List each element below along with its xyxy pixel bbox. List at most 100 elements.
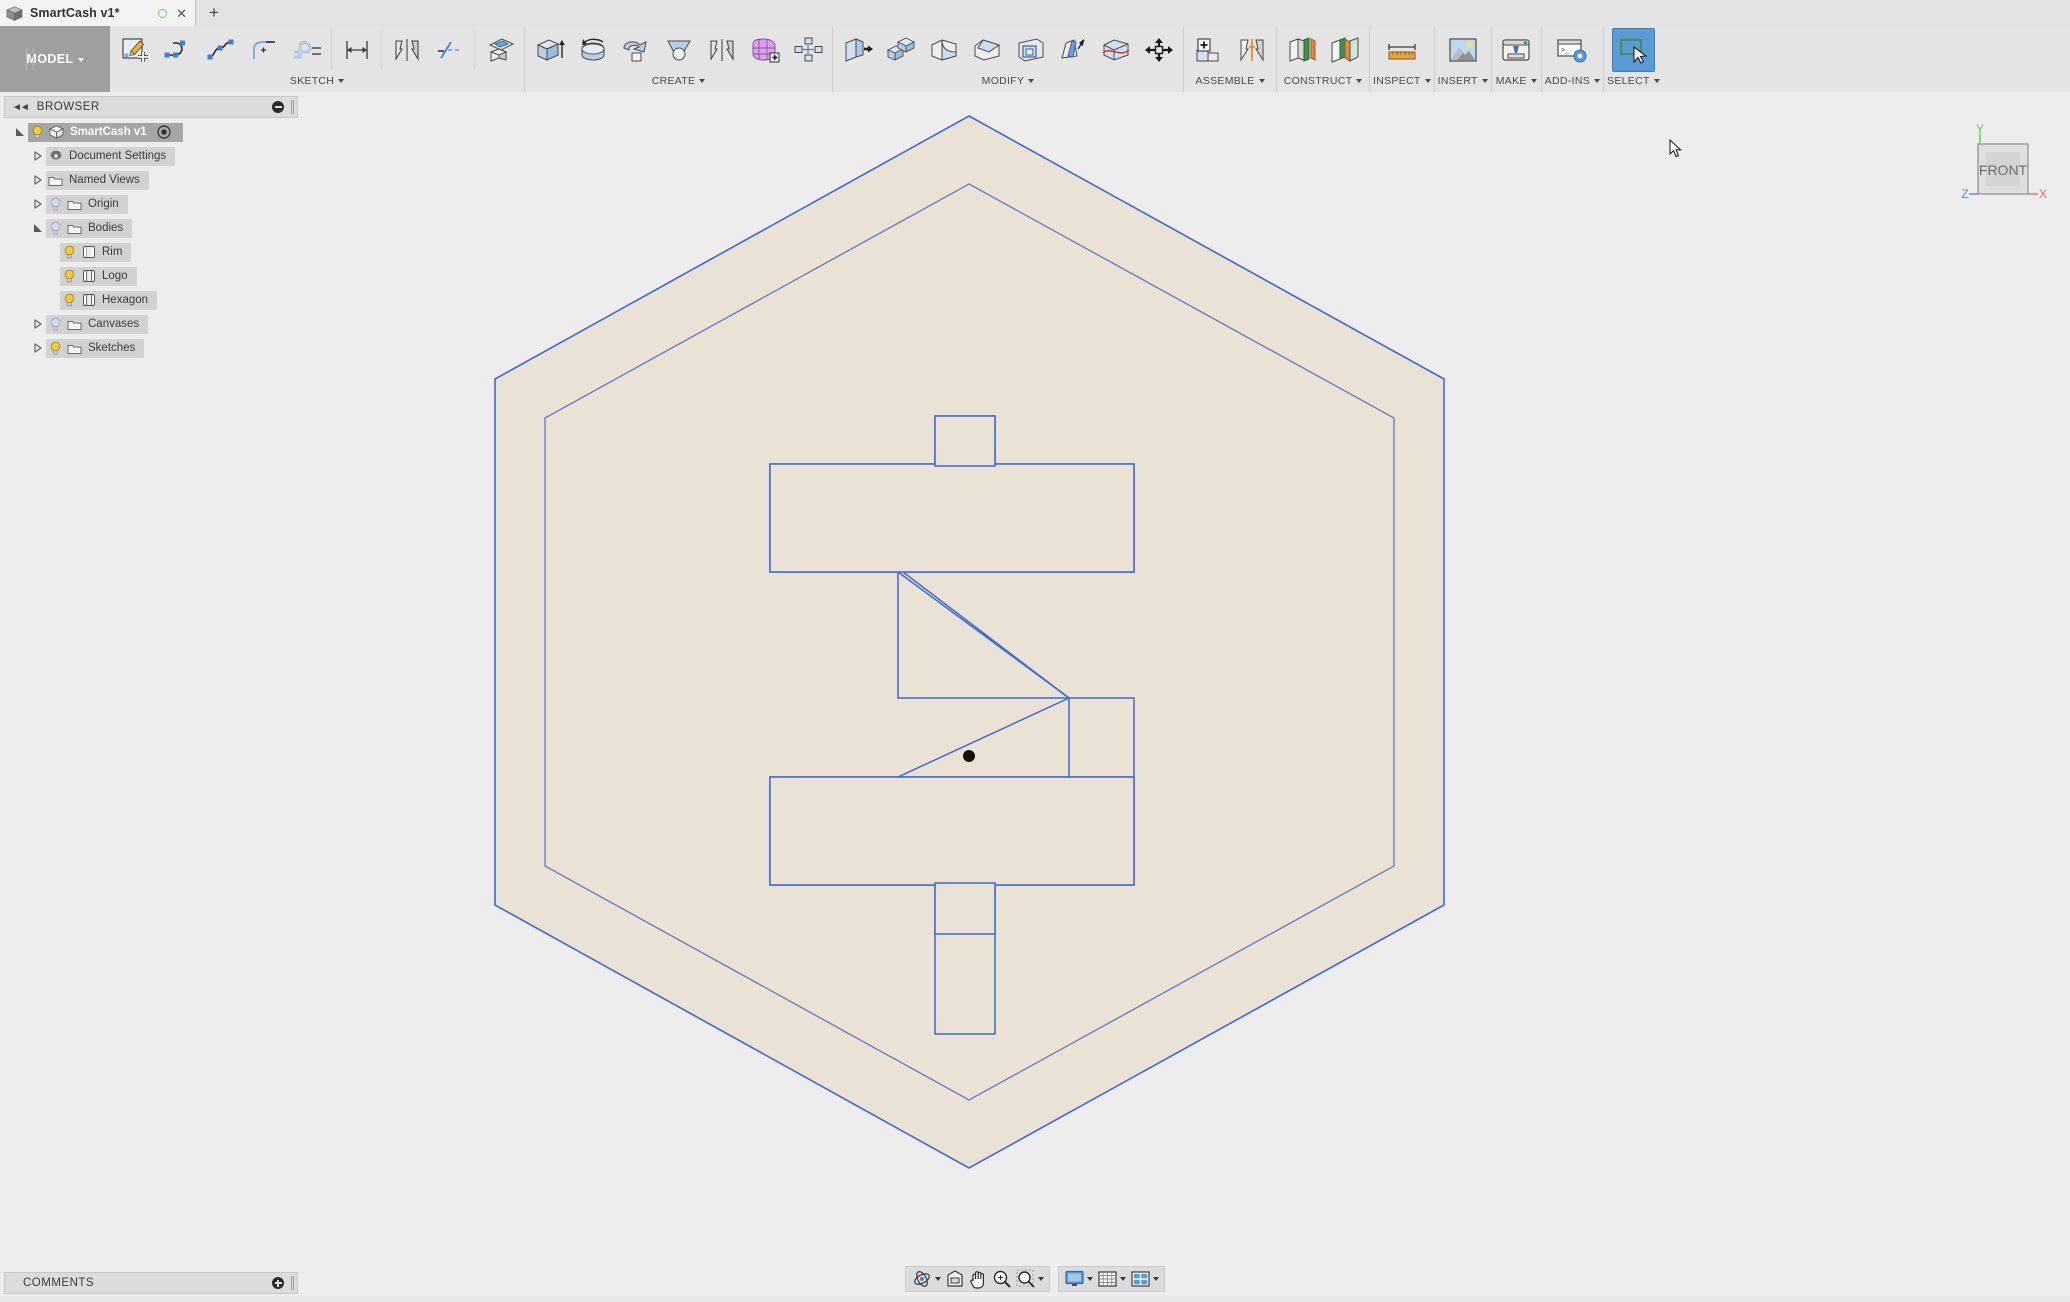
visibility-bulb-on-icon[interactable] — [28, 123, 47, 142]
draft-icon[interactable] — [1051, 28, 1094, 72]
chevron-down-icon — [77, 57, 84, 62]
ribbon-group-label: ASSEMBLE — [1195, 75, 1255, 87]
tree-item-label: Document Settings — [69, 150, 167, 162]
orbit-button[interactable] — [909, 1268, 943, 1290]
plane-at-angle-icon[interactable] — [1323, 28, 1366, 72]
3d-print-icon[interactable] — [1495, 28, 1538, 72]
ribbon-group-addins: >_ ADD-INS — [1540, 26, 1603, 92]
ribbon-group-sketch: SKETCH — [110, 26, 524, 92]
new-tab-button[interactable]: + — [200, 0, 228, 26]
panel-resize-grip[interactable] — [291, 1276, 294, 1290]
twisty-collapsed-icon[interactable] — [30, 171, 46, 190]
viewport-layout-button[interactable] — [1128, 1268, 1161, 1290]
tree-item-label: Bodies — [88, 222, 124, 234]
document-tab[interactable]: SmartCash v1* ✕ — [0, 0, 196, 26]
mirror-icon[interactable] — [700, 28, 743, 72]
ribbon-group-label: CREATE — [651, 75, 696, 87]
close-icon[interactable]: ✕ — [176, 7, 187, 20]
shell-icon[interactable] — [1008, 28, 1051, 72]
ribbon-group-assemble: ASSEMBLE — [1183, 26, 1276, 92]
dimension-icon[interactable] — [335, 28, 378, 72]
look-at-icon — [947, 1270, 963, 1287]
tree-item-sketches[interactable]: Sketches — [4, 336, 298, 360]
select-tool-icon[interactable] — [1611, 28, 1655, 72]
split-body-icon[interactable] — [1094, 28, 1137, 72]
model-geometry — [494, 115, 1445, 1169]
offset-plane-icon[interactable] — [1280, 28, 1323, 72]
visibility-bulb-on-icon[interactable] — [60, 267, 79, 286]
workspace-switcher[interactable]: MODEL — [0, 26, 110, 92]
unsaved-indicator-icon — [158, 8, 168, 18]
tree-item-hexagon[interactable]: Hexagon — [4, 288, 298, 312]
spline-icon[interactable] — [199, 28, 242, 72]
visibility-bulb-off-icon[interactable] — [46, 219, 65, 238]
insert-canvas-icon[interactable] — [1441, 28, 1484, 72]
fillet-sketch-icon[interactable] — [242, 28, 285, 72]
view-cube[interactable]: FRONT Y X Z — [1956, 124, 2052, 216]
fillet-icon[interactable] — [922, 28, 965, 72]
create-sketch-icon[interactable] — [113, 28, 156, 72]
joint-icon[interactable] — [1230, 28, 1273, 72]
activate-component-icon[interactable] — [155, 123, 174, 142]
grid-settings-button[interactable] — [1095, 1268, 1128, 1290]
mouse-cursor-icon — [1669, 139, 1682, 158]
tree-item-rim[interactable]: Rim — [4, 240, 298, 264]
tree-item-named-views[interactable]: Named Views — [4, 168, 298, 192]
press-pull-icon[interactable] — [836, 28, 879, 72]
chevron-down-icon — [1028, 79, 1035, 84]
add-comment-icon[interactable] — [272, 1277, 284, 1289]
measure-icon[interactable] — [1380, 28, 1423, 72]
panel-resize-grip[interactable] — [291, 100, 294, 114]
tree-item-label: SmartCash v1 — [70, 126, 147, 138]
move-copy-icon[interactable] — [1137, 28, 1180, 72]
tree-item-label: Canvases — [88, 318, 140, 330]
extrude-icon[interactable] — [528, 28, 571, 72]
twisty-collapsed-icon[interactable] — [30, 147, 46, 166]
design-canvas[interactable]: FRONT Y X Z — [0, 92, 2070, 1272]
visibility-bulb-on-icon[interactable] — [60, 243, 79, 262]
tree-item-origin[interactable]: Origin — [4, 192, 298, 216]
twisty-collapsed-icon[interactable] — [30, 315, 46, 334]
create-form-icon[interactable] — [743, 28, 786, 72]
project-icon[interactable] — [478, 28, 521, 72]
visibility-bulb-off-icon[interactable] — [46, 315, 65, 334]
tree-item-smartcash[interactable]: SmartCash v1 — [4, 120, 298, 144]
ribbon-grip — [26, 48, 34, 70]
chevron-down-icon — [1038, 1277, 1044, 1281]
twisty-collapsed-icon[interactable] — [30, 339, 46, 358]
offset-icon[interactable] — [285, 28, 328, 72]
tree-item-document-settings[interactable]: Document Settings — [4, 144, 298, 168]
fit-button[interactable] — [1014, 1268, 1046, 1290]
visibility-bulb-on-icon[interactable] — [46, 339, 65, 358]
look-at-button[interactable] — [943, 1268, 967, 1290]
chevron-down-icon — [338, 79, 345, 84]
visibility-bulb-off-icon[interactable] — [46, 195, 65, 214]
trim-icon[interactable] — [428, 28, 471, 72]
ribbon-group-inspect: INSPECT — [1369, 26, 1434, 92]
tree-item-bodies[interactable]: Bodies — [4, 216, 298, 240]
twisty-expanded-icon[interactable] — [30, 219, 46, 238]
chevron-down-icon — [1481, 79, 1488, 84]
tree-item-logo[interactable]: Logo — [4, 264, 298, 288]
tree-item-canvases[interactable]: Canvases — [4, 312, 298, 336]
collapse-left-icon[interactable]: ◄◄ — [12, 102, 30, 113]
combine-icon[interactable] — [879, 28, 922, 72]
twisty-expanded-icon[interactable] — [12, 123, 28, 142]
scripts-addins-icon[interactable]: >_ — [1551, 28, 1594, 72]
revolve-icon[interactable] — [571, 28, 614, 72]
chamfer-icon[interactable] — [965, 28, 1008, 72]
line-icon[interactable] — [156, 28, 199, 72]
mirror-sketch-icon[interactable] — [385, 28, 428, 72]
zoom-button[interactable] — [990, 1268, 1014, 1290]
sweep-icon[interactable] — [614, 28, 657, 72]
ribbon-group-make: MAKE — [1490, 26, 1541, 92]
visibility-bulb-on-icon[interactable] — [60, 291, 79, 310]
pan-button[interactable] — [967, 1268, 990, 1290]
new-component-icon[interactable] — [1187, 28, 1230, 72]
navigation-bar — [905, 1266, 1165, 1292]
pattern-icon[interactable] — [786, 28, 829, 72]
display-settings-button[interactable] — [1062, 1268, 1095, 1290]
minimize-icon[interactable] — [272, 101, 284, 113]
loft-icon[interactable] — [657, 28, 700, 72]
twisty-collapsed-icon[interactable] — [30, 195, 46, 214]
